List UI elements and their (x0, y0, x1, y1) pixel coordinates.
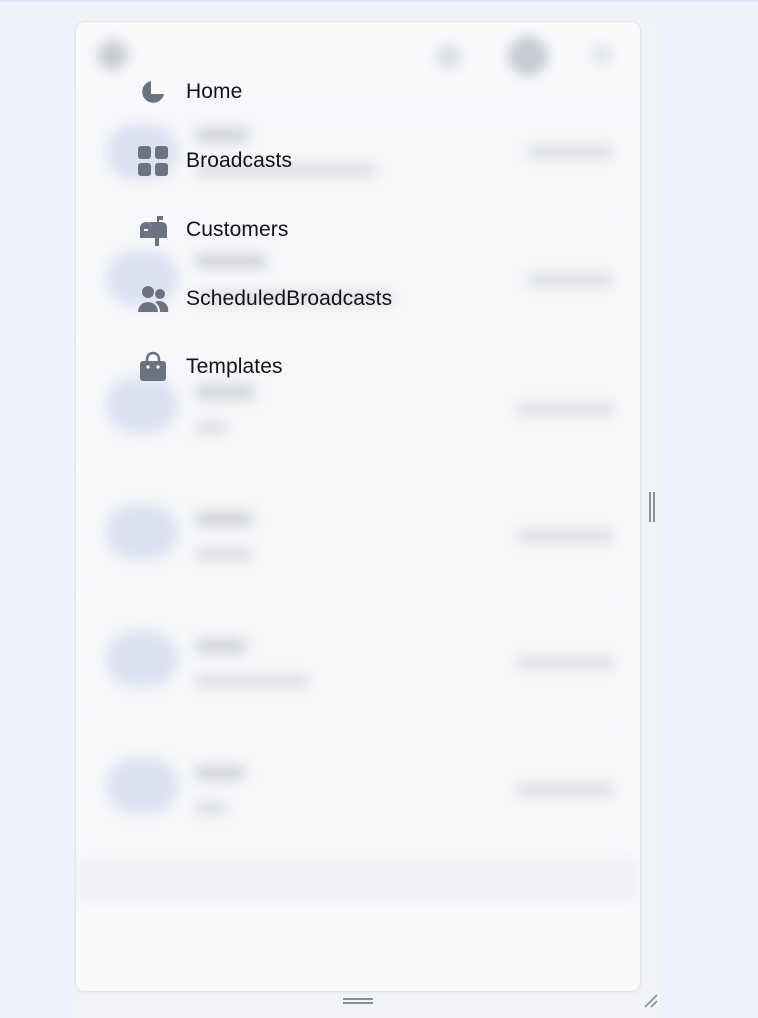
shopping-bag-icon (136, 350, 170, 384)
menu-label-home: Home (186, 80, 243, 103)
menu-item-templates[interactable]: Templates (136, 345, 456, 389)
menu-label-scheduledbroadcasts: ScheduledBroadcasts (186, 287, 393, 310)
mailbox-icon (136, 213, 170, 247)
menu-label-broadcasts: Broadcasts (186, 149, 293, 172)
menu-label-templates: Templates (186, 355, 283, 378)
menu-item-customers[interactable]: Customers (136, 208, 456, 252)
menu-item-broadcasts[interactable]: Broadcasts (136, 139, 456, 183)
horizontal-resize-handle[interactable] (343, 997, 373, 1005)
users-icon (136, 282, 170, 316)
grid-icon (136, 144, 170, 178)
menu-item-home[interactable]: Home (136, 70, 456, 114)
menu-label-customers: Customers (186, 218, 289, 241)
top-strip (0, 0, 758, 2)
vertical-resize-handle[interactable] (648, 492, 656, 522)
corner-resize-handle[interactable] (643, 993, 659, 1009)
menu-item-scheduledbroadcasts[interactable]: ScheduledBroadcasts (136, 277, 456, 321)
mobile-panel: Home Broadcasts Customers ScheduledBroad… (75, 21, 641, 992)
pie-chart-icon (136, 75, 170, 109)
